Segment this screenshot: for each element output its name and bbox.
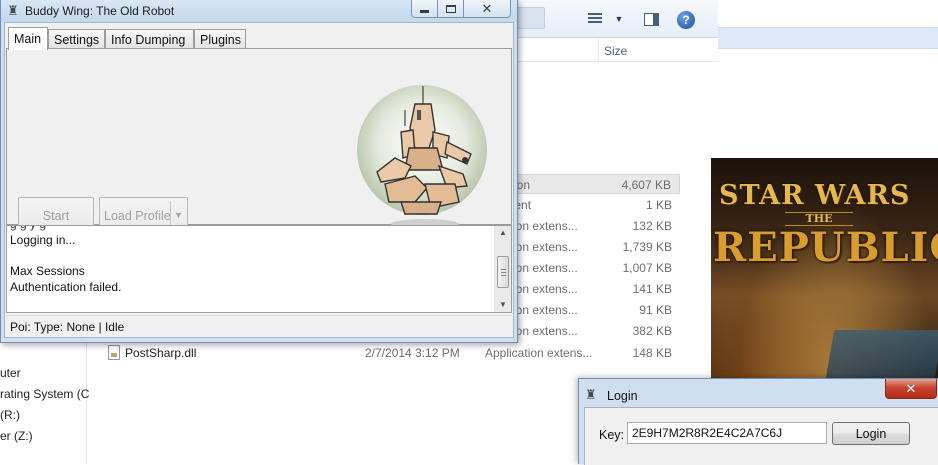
minimize-button[interactable] — [411, 0, 438, 18]
log-line: Logging in... — [10, 233, 76, 247]
main-tab-panel: Start Load Profile ▼ — [6, 48, 512, 235]
login-window: ♜ Login ✕ Key: Login — [578, 378, 938, 465]
key-input[interactable] — [627, 422, 827, 444]
file-size: 382 KB — [632, 324, 672, 338]
login-client-area: Key: Login — [584, 407, 938, 465]
file-size: 1 KB — [645, 198, 672, 212]
scrollbar-thumb[interactable] — [497, 256, 509, 288]
close-button[interactable]: ✕ — [463, 0, 511, 18]
app-robot-icon: ♜ — [585, 387, 597, 402]
scroll-up-arrow-icon[interactable]: ▲ — [495, 226, 511, 240]
nav-item-r-drive[interactable]: (R:) — [0, 408, 20, 422]
dropdown-arrow-icon[interactable]: ▼ — [174, 210, 183, 220]
nav-item-os-drive[interactable]: rating System (C — [0, 387, 89, 401]
tab-main[interactable]: Main — [8, 27, 48, 50]
login-button[interactable]: Login — [832, 422, 910, 445]
window-client-area: Main Settings Info Dumping Plugins Start… — [4, 22, 514, 338]
file-name: PostSharp.dll — [125, 346, 197, 360]
maximize-icon — [445, 4, 456, 13]
tab-info-dumping[interactable]: Info Dumping — [105, 29, 194, 49]
window-title: Buddy Wing: The Old Robot — [25, 4, 175, 18]
scroll-down-arrow-icon[interactable]: ▼ — [495, 298, 511, 312]
window-titlebar[interactable]: ♜ Buddy Wing: The Old Robot ✕ — [1, 0, 517, 22]
log-line: Authentication failed. — [10, 280, 122, 294]
tab-plugins[interactable]: Plugins — [194, 29, 246, 49]
key-label: Key: — [599, 428, 625, 442]
login-close-button[interactable]: ✕ — [885, 379, 937, 399]
minimize-icon — [420, 9, 429, 13]
game-logo-star-wars: STAR WARS — [719, 180, 911, 211]
help-icon[interactable]: ? — [677, 11, 695, 29]
game-logo-republic: REPUBLIC — [713, 224, 938, 271]
file-size: 91 KB — [639, 303, 672, 317]
dll-file-icon — [108, 345, 120, 360]
app-robot-icon: ♜ — [7, 3, 19, 18]
file-size: 1,739 KB — [622, 240, 672, 254]
log-line-clipped: g g y g — [10, 226, 46, 231]
nav-pane-divider[interactable] — [86, 340, 87, 464]
tab-settings[interactable]: Settings — [48, 29, 105, 49]
size-column-header[interactable]: Size — [604, 44, 627, 58]
file-size: 4,607 KB — [621, 178, 671, 192]
file-type: Application extens... — [485, 346, 593, 360]
file-size: 148 KB — [632, 346, 672, 360]
robot-mascot-logo — [357, 85, 487, 229]
column-separator[interactable] — [598, 38, 599, 62]
status-bar: Poi: Type: None | Idle — [6, 315, 512, 337]
file-size: 132 KB — [632, 219, 672, 233]
close-icon: ✕ — [905, 380, 917, 396]
view-dropdown-chevron-icon[interactable]: ▼ — [610, 11, 628, 27]
file-size: 141 KB — [632, 282, 672, 296]
window-strip — [718, 27, 938, 49]
login-title: Login — [607, 389, 638, 403]
log-line: Max Sessions — [10, 264, 85, 278]
buddy-wing-window: ♜ Buddy Wing: The Old Robot ✕ Main Setti… — [0, 0, 518, 343]
preview-pane-icon[interactable] — [642, 11, 660, 27]
file-row-postsharp[interactable]: PostSharp.dll 2/7/2014 3:12 PM Applicati… — [100, 342, 680, 364]
file-size: 1,007 KB — [622, 261, 672, 275]
file-date: 2/7/2014 3:12 PM — [365, 346, 460, 360]
close-icon: ✕ — [481, 1, 493, 16]
load-profile-label: Load Profile — [104, 209, 171, 223]
change-view-icon[interactable] — [586, 11, 604, 27]
log-scrollbar[interactable]: ▲ ▼ — [494, 226, 511, 312]
toolbar-button-obscured[interactable] — [515, 7, 545, 29]
status-text: Poi: Type: None | Idle — [10, 320, 125, 334]
maximize-button[interactable] — [437, 0, 464, 18]
nav-item-computer[interactable]: uter — [0, 366, 21, 380]
nav-item-z-drive[interactable]: er (Z:) — [0, 429, 33, 443]
log-output[interactable]: g g y g Logging in... Max Sessions Authe… — [6, 225, 512, 313]
